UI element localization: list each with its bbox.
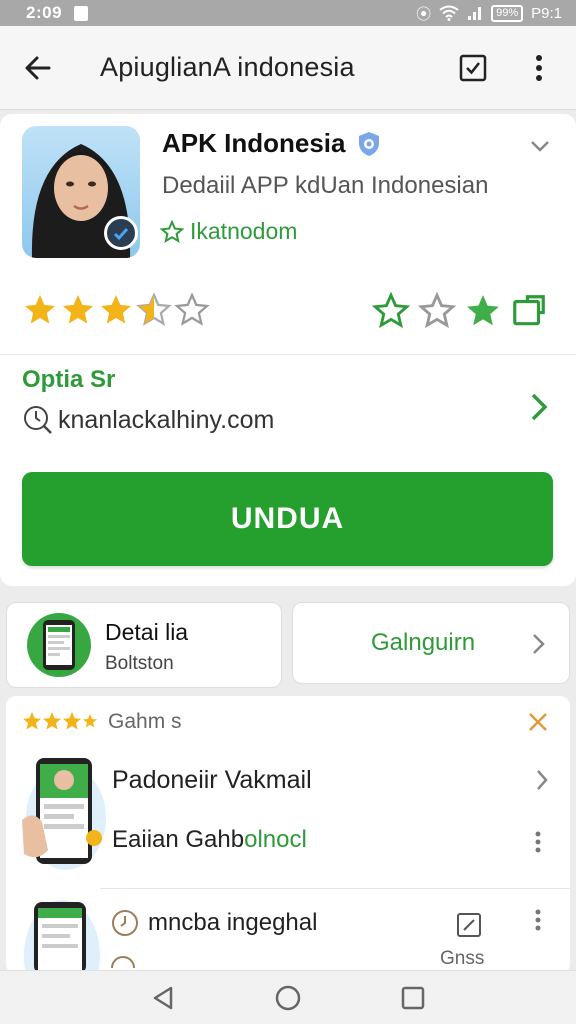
chevron-right-icon bbox=[531, 393, 548, 421]
gallery-card[interactable]: Galnguirn bbox=[292, 602, 570, 684]
status-right-text: P9:1 bbox=[531, 4, 562, 22]
website-text: knanlackalhiny.com bbox=[58, 405, 275, 434]
list-header-text: Gahm s bbox=[108, 710, 182, 733]
close-icon bbox=[529, 713, 547, 731]
list-item-thumbnail bbox=[20, 750, 106, 872]
list-item-subtitle-green: olnocl bbox=[244, 826, 307, 853]
nav-back-button[interactable] bbox=[143, 978, 183, 1018]
check-icon bbox=[113, 228, 129, 241]
edit-box-icon bbox=[457, 913, 481, 937]
more-vert-icon bbox=[535, 831, 541, 853]
close-button[interactable] bbox=[526, 710, 550, 739]
list-card: Gahm s Padoneiir Vakmail Eaiian Gahbolno… bbox=[6, 696, 570, 1012]
divider bbox=[0, 354, 576, 355]
recommendation-text: Ikatnodom bbox=[190, 218, 298, 244]
app-bar: ApiuglianA indonesia bbox=[0, 26, 576, 110]
rating-stars bbox=[22, 292, 210, 328]
star-outline-icon bbox=[160, 219, 184, 243]
status-icons: ⦿ 99% P9:1 bbox=[416, 3, 562, 24]
timer-icon bbox=[112, 910, 138, 936]
notification-icon bbox=[74, 5, 89, 21]
star-half-icon bbox=[136, 292, 172, 326]
list-item-subtitle-dark: Eaiian Gahb bbox=[112, 826, 245, 853]
signal-icon bbox=[468, 7, 482, 20]
stars-icon bbox=[23, 712, 97, 730]
edit-button[interactable] bbox=[452, 908, 486, 947]
square-recents-icon bbox=[402, 986, 425, 1009]
triangle-back-icon bbox=[153, 986, 172, 1009]
download-button[interactable]: UNDUA bbox=[22, 472, 553, 566]
status-time: 2:09 bbox=[26, 3, 63, 22]
star-filled-icon bbox=[25, 295, 55, 324]
app-name-text: APK Indonesia bbox=[162, 128, 346, 158]
vibrate-icon: ⦿ bbox=[416, 5, 432, 23]
chevron-right-icon bbox=[537, 770, 548, 790]
list-item-title-text: mncba ingeghal bbox=[148, 909, 318, 936]
list-item-side-label: Gnss bbox=[440, 948, 485, 969]
option-label: Optia Sr bbox=[22, 366, 116, 393]
phone-hand-image bbox=[22, 758, 106, 870]
gallery-label: Galnguirn bbox=[371, 629, 476, 656]
list-item-chevron[interactable] bbox=[534, 768, 550, 797]
star-empty-icon bbox=[174, 292, 210, 326]
divider bbox=[100, 888, 570, 889]
list-item-thumbnail bbox=[20, 896, 106, 1012]
app-name: APK Indonesia bbox=[162, 128, 383, 159]
star-filled-icon bbox=[101, 295, 131, 324]
list-item-subtitle: Eaiian Gahbolnocl bbox=[112, 826, 307, 854]
more-vert-icon bbox=[535, 909, 541, 931]
website-chevron-button[interactable] bbox=[526, 390, 552, 429]
rate-actions bbox=[372, 292, 548, 330]
clock-icon bbox=[111, 956, 135, 969]
nav-home-button[interactable] bbox=[268, 978, 308, 1018]
system-nav-bar bbox=[0, 970, 576, 1024]
phone-image bbox=[24, 900, 100, 1012]
nav-recents-button[interactable] bbox=[393, 978, 433, 1018]
list-header: Gahm s bbox=[22, 710, 182, 734]
list-item-more-button[interactable] bbox=[534, 830, 542, 859]
list-item-title[interactable]: mncba ingeghal bbox=[110, 908, 317, 938]
chevron-right-icon bbox=[533, 634, 545, 654]
star-filled-green-icon[interactable] bbox=[464, 292, 502, 330]
overflow-menu-button[interactable] bbox=[522, 51, 556, 85]
phone-app-icon bbox=[27, 613, 91, 677]
page-title: ApiuglianA indonesia bbox=[100, 52, 355, 82]
detail-subtitle: Boltston bbox=[105, 653, 174, 674]
share-box-icon[interactable] bbox=[510, 292, 548, 330]
star-filled-icon bbox=[63, 295, 93, 324]
app-info-card: APK Indonesia Dedaiil APP kdUan Indonesi… bbox=[0, 114, 576, 586]
website-link[interactable]: knanlackalhiny.com bbox=[22, 404, 274, 436]
arrow-left-icon bbox=[25, 56, 51, 79]
search-globe-icon bbox=[24, 406, 52, 434]
status-bar: 2:09 ⦿ 99% P9:1 bbox=[0, 0, 576, 26]
more-vert-icon bbox=[536, 55, 542, 81]
chevron-down-icon bbox=[531, 141, 549, 152]
back-button[interactable] bbox=[0, 26, 76, 110]
detail-card[interactable]: Detai lia Boltston bbox=[6, 602, 282, 688]
list-item-title[interactable]: Padoneiir Vakmail bbox=[112, 766, 312, 795]
verified-badge bbox=[104, 216, 138, 250]
list-item-more-button[interactable] bbox=[534, 908, 542, 937]
star-outline-green-icon[interactable] bbox=[372, 292, 410, 330]
circle-home-icon bbox=[275, 985, 301, 1010]
expand-button[interactable] bbox=[528, 134, 552, 163]
star-outline-gray-icon[interactable] bbox=[418, 292, 456, 330]
checkbox-icon bbox=[459, 54, 487, 82]
wifi-icon bbox=[439, 5, 459, 21]
app-description: Dedaiil APP kdUan Indonesian bbox=[162, 172, 489, 199]
gallery-chevron bbox=[529, 631, 547, 662]
recommendation-label: Ikatnodom bbox=[160, 218, 297, 245]
select-button[interactable] bbox=[456, 51, 490, 85]
detail-title: Detai lia bbox=[105, 619, 189, 645]
phone-icon bbox=[43, 620, 75, 670]
battery-icon: 99% bbox=[491, 4, 524, 22]
verified-shield-icon bbox=[359, 131, 380, 156]
